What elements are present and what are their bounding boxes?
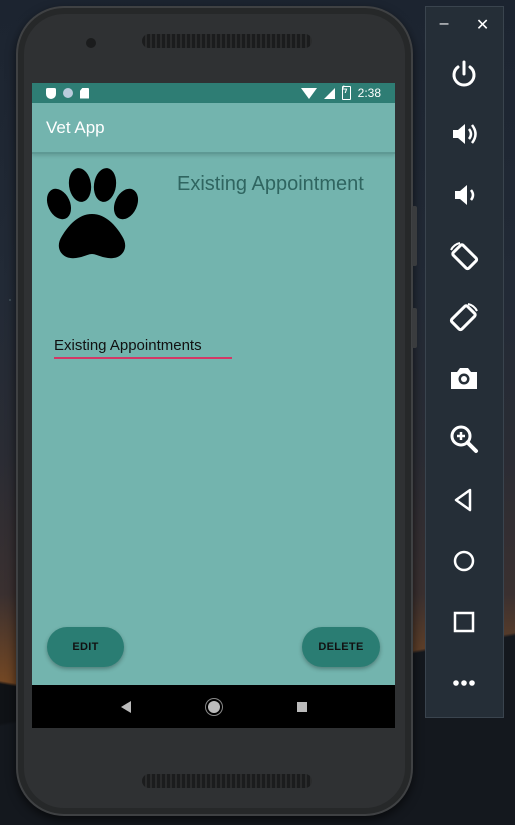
navigation-bar bbox=[32, 685, 395, 728]
rotate-right-icon[interactable] bbox=[445, 298, 483, 336]
camera-icon[interactable] bbox=[445, 359, 483, 397]
page-heading: Existing Appointment bbox=[177, 173, 364, 195]
shield-icon bbox=[46, 87, 56, 99]
status-time: 2:38 bbox=[357, 86, 381, 100]
zoom-icon[interactable] bbox=[445, 420, 483, 458]
wifi-icon bbox=[300, 87, 317, 99]
nav-recent-icon[interactable] bbox=[296, 701, 307, 712]
rotate-left-icon[interactable] bbox=[445, 237, 483, 275]
battery-icon bbox=[341, 84, 351, 100]
more-icon[interactable] bbox=[445, 664, 483, 702]
edit-button[interactable]: EDIT bbox=[47, 627, 124, 667]
sync-icon bbox=[63, 88, 73, 98]
front-camera bbox=[86, 38, 96, 48]
appointments-field[interactable]: Existing Appointments bbox=[54, 337, 232, 359]
sd-card-icon bbox=[80, 87, 89, 99]
app-bar: Vet App bbox=[32, 103, 395, 154]
volume-up-icon[interactable] bbox=[445, 115, 483, 153]
side-button-volume[interactable] bbox=[412, 206, 417, 266]
back-icon[interactable] bbox=[445, 481, 483, 519]
main-content: Existing Appointment Existing Appointmen… bbox=[32, 154, 395, 704]
status-bar: 2:38 bbox=[32, 83, 395, 103]
delete-button[interactable]: DELETE bbox=[302, 627, 380, 667]
volume-down-icon[interactable] bbox=[445, 176, 483, 214]
side-button-power[interactable] bbox=[412, 308, 417, 348]
home-icon[interactable] bbox=[445, 542, 483, 580]
nav-back-icon[interactable] bbox=[120, 700, 131, 713]
app-title: Vet App bbox=[46, 117, 105, 137]
power-icon[interactable] bbox=[445, 55, 483, 93]
nav-home-icon[interactable] bbox=[207, 700, 220, 713]
minimize-button[interactable]: – bbox=[440, 15, 449, 35]
emulator-toolbar: – ✕ bbox=[425, 6, 504, 718]
bottom-speaker bbox=[142, 774, 312, 788]
top-speaker bbox=[142, 34, 312, 48]
paw-print-icon bbox=[46, 168, 139, 259]
overview-icon[interactable] bbox=[445, 603, 483, 641]
signal-icon bbox=[323, 87, 335, 99]
close-button[interactable]: ✕ bbox=[476, 15, 489, 35]
device-screen: 2:38 Vet App Existing Appointment Existi… bbox=[32, 83, 395, 728]
